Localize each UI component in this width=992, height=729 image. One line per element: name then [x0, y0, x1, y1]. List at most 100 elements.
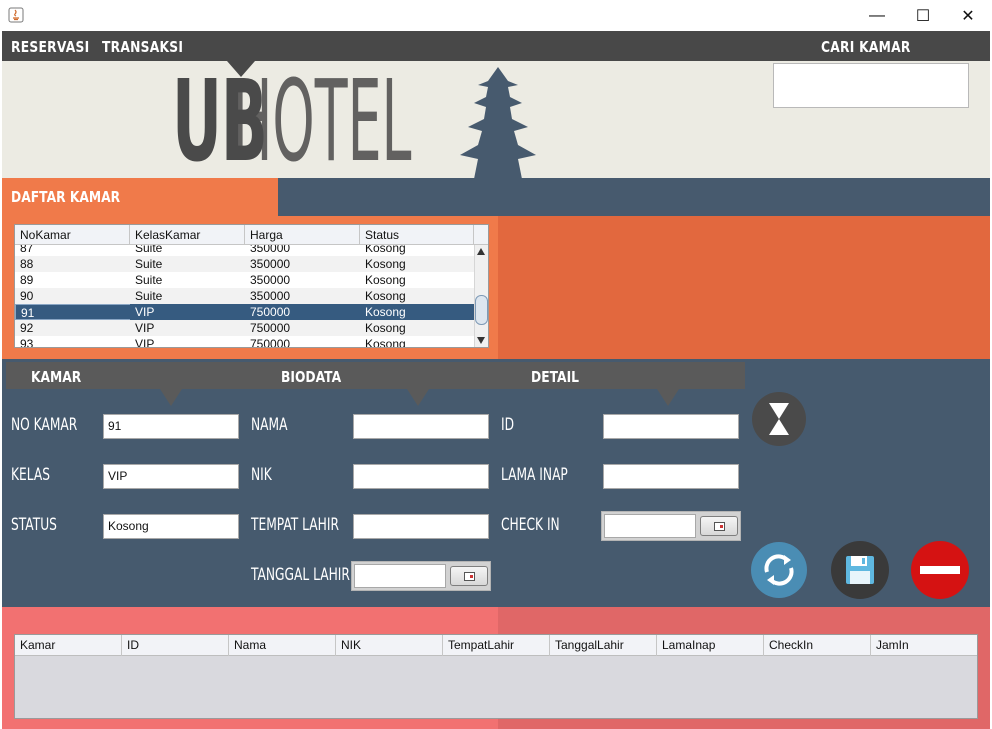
- tanggal-lahir-calendar-button[interactable]: [450, 566, 488, 586]
- tab-detail-pointer: [657, 389, 679, 406]
- hourglass-icon: [769, 403, 789, 435]
- status-field[interactable]: Kosong: [103, 514, 239, 539]
- tab-detail[interactable]: DETAIL: [531, 362, 579, 389]
- tanggal-lahir-label: TANGGAL LAHIR: [251, 565, 350, 585]
- cell-kelas: Suite: [135, 289, 163, 303]
- tempat-lahir-field[interactable]: [353, 514, 489, 539]
- floppy-disk-icon: [846, 556, 874, 584]
- cell-harga: 350000: [250, 289, 291, 303]
- cell-status: Kosong: [365, 273, 406, 287]
- room-table-body: 87 Suite 350000 Kosong 88 Suite 350000 K…: [15, 245, 474, 347]
- cell-status: Kosong: [365, 305, 406, 319]
- cell-nokamar: 90: [20, 289, 34, 303]
- cell-kelas: Suite: [135, 257, 163, 271]
- cell-status: Kosong: [365, 245, 406, 255]
- reservation-table[interactable]: Kamar ID Nama NIK TempatLahir TanggalLah…: [14, 634, 978, 719]
- minimize-button[interactable]: —: [854, 0, 900, 31]
- table-row[interactable]: 88 Suite 350000 Kosong: [15, 256, 474, 272]
- column-header-kamar[interactable]: Kamar: [15, 635, 122, 656]
- cancel-button[interactable]: [911, 541, 969, 599]
- hotel-logo: UB HOTEL: [172, 66, 411, 178]
- search-input[interactable]: [773, 63, 969, 108]
- column-header-nama[interactable]: Nama: [229, 635, 336, 656]
- table-row[interactable]: 87 Suite 350000 Kosong: [15, 245, 474, 256]
- table-row[interactable]: 92 VIP 750000 Kosong: [15, 320, 474, 336]
- title-bar: — ☐ ✕: [0, 0, 992, 31]
- column-header-nik[interactable]: NIK: [336, 635, 443, 656]
- maximize-button[interactable]: ☐: [900, 0, 946, 31]
- save-button[interactable]: [831, 541, 889, 599]
- scrollbar-thumb[interactable]: [475, 295, 488, 325]
- check-in-calendar-button[interactable]: [700, 516, 738, 536]
- calendar-icon: [464, 572, 475, 581]
- cell-nokamar: 91: [15, 304, 130, 320]
- scroll-down-arrow-icon[interactable]: [477, 337, 485, 344]
- table-row[interactable]: 93 VIP 750000 Kosong: [15, 336, 474, 347]
- no-kamar-label: NO KAMAR: [11, 415, 78, 435]
- column-header-tanggallahir[interactable]: TanggalLahir: [550, 635, 657, 656]
- room-table-scrollbar[interactable]: [474, 245, 488, 347]
- check-in-label: CHECK IN: [501, 515, 560, 535]
- table-row[interactable]: 89 Suite 350000 Kosong: [15, 272, 474, 288]
- cell-harga: 350000: [250, 245, 291, 255]
- column-header-kelaskamar[interactable]: KelasKamar: [130, 225, 245, 245]
- cell-status: Kosong: [365, 289, 406, 303]
- minus-icon: [920, 566, 960, 574]
- cell-nokamar: 89: [20, 273, 34, 287]
- check-in-datepicker: [601, 511, 741, 541]
- tanggal-lahir-datepicker: [351, 561, 491, 591]
- cell-harga: 750000: [250, 305, 291, 319]
- refresh-button[interactable]: [751, 542, 807, 598]
- room-table[interactable]: NoKamar KelasKamar Harga Status 87 Suite…: [14, 224, 489, 348]
- cell-harga: 750000: [250, 337, 291, 347]
- column-header-harga[interactable]: Harga: [245, 225, 360, 245]
- tanggal-lahir-field[interactable]: [354, 564, 446, 588]
- cell-status: Kosong: [365, 337, 406, 347]
- cell-kelas: VIP: [135, 305, 155, 319]
- refresh-icon: [764, 554, 794, 586]
- close-button[interactable]: ✕: [945, 0, 991, 31]
- id-field[interactable]: [603, 414, 739, 439]
- reservation-table-header: Kamar ID Nama NIK TempatLahir TanggalLah…: [15, 635, 977, 656]
- no-kamar-field[interactable]: 91: [103, 414, 239, 439]
- cell-status: Kosong: [365, 257, 406, 271]
- daftar-kamar-title: DAFTAR KAMAR: [11, 188, 121, 206]
- cell-nokamar: 93: [20, 337, 34, 347]
- java-app-icon: [8, 7, 24, 23]
- column-header-lamainap[interactable]: LamaInap: [657, 635, 764, 656]
- calendar-icon: [714, 522, 725, 531]
- cell-kelas: VIP: [135, 321, 155, 335]
- daftar-kamar-header: DAFTAR KAMAR: [2, 178, 278, 216]
- menu-reservasi[interactable]: RESERVASI: [11, 31, 89, 61]
- nik-field[interactable]: [353, 464, 489, 489]
- tab-kamar-pointer: [160, 389, 182, 406]
- hourglass-button[interactable]: [752, 392, 806, 446]
- nama-field[interactable]: [353, 414, 489, 439]
- lama-inap-field[interactable]: [603, 464, 739, 489]
- table-row-selected[interactable]: 91 VIP 750000 Kosong: [15, 304, 474, 320]
- tab-kamar[interactable]: KAMAR: [31, 362, 81, 389]
- column-header-jamin[interactable]: JamIn: [871, 635, 977, 656]
- scroll-up-arrow-icon[interactable]: [477, 248, 485, 255]
- column-header-status[interactable]: Status: [360, 225, 474, 245]
- column-header-checkin[interactable]: CheckIn: [764, 635, 871, 656]
- cell-nokamar: 88: [20, 257, 34, 271]
- kelas-label: KELAS: [11, 465, 51, 485]
- nama-label: NAMA: [251, 415, 288, 435]
- table-row[interactable]: 90 Suite 350000 Kosong: [15, 288, 474, 304]
- cell-status: Kosong: [365, 321, 406, 335]
- kelas-field[interactable]: VIP: [103, 464, 239, 489]
- cell-kelas: Suite: [135, 245, 163, 255]
- column-header-id[interactable]: ID: [122, 635, 229, 656]
- id-label: ID: [501, 415, 515, 435]
- room-table-header: NoKamar KelasKamar Harga Status: [15, 225, 488, 245]
- column-header-tempatlahir[interactable]: TempatLahir: [443, 635, 550, 656]
- tab-biodata-pointer: [407, 389, 429, 406]
- column-header-nokamar[interactable]: NoKamar: [15, 225, 130, 245]
- menu-bar: RESERVASI TRANSAKSI CARI KAMAR: [2, 31, 990, 61]
- cell-harga: 350000: [250, 273, 291, 287]
- tab-biodata[interactable]: BIODATA: [281, 362, 341, 389]
- check-in-field[interactable]: [604, 514, 696, 538]
- nik-label: NIK: [251, 465, 272, 485]
- status-label: STATUS: [11, 515, 57, 535]
